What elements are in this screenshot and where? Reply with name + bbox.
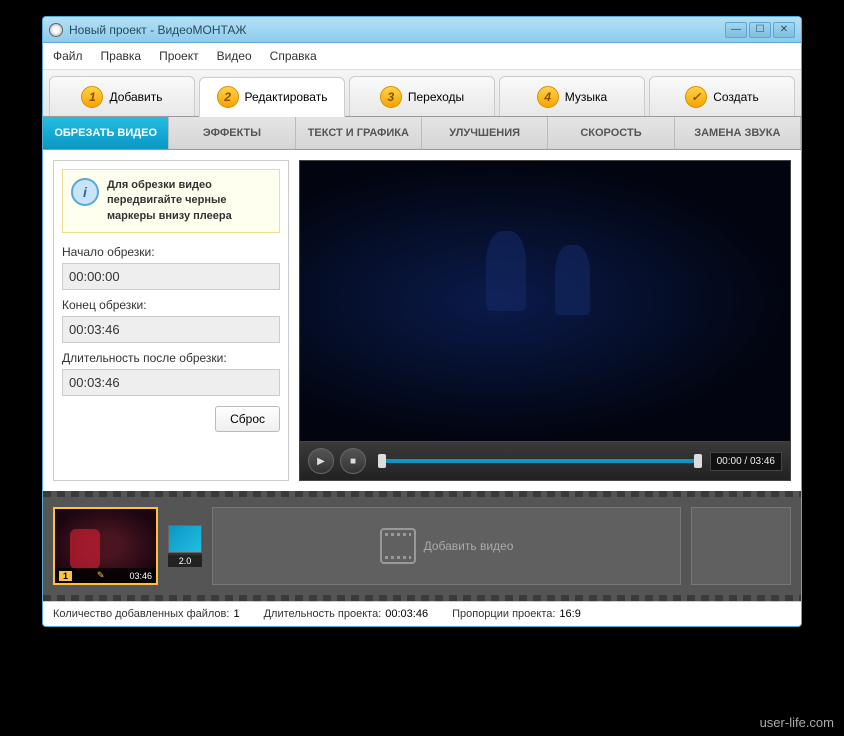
status-files-label: Количество добавленных файлов: bbox=[53, 608, 229, 620]
tab-trim[interactable]: ОБРЕЗАТЬ ВИДЕО bbox=[43, 117, 169, 149]
tab-improve[interactable]: УЛУЧШЕНИЯ bbox=[422, 117, 548, 149]
hint-box: i Для обрезки видео передвигайте черные … bbox=[62, 169, 280, 233]
wizard-tab-create[interactable]: ✓ Создать bbox=[649, 76, 795, 116]
step-4-icon: 4 bbox=[537, 86, 559, 108]
minimize-button[interactable]: — bbox=[725, 22, 747, 38]
wizard-tab-add[interactable]: 1 Добавить bbox=[49, 76, 195, 116]
trim-duration-label: Длительность после обрезки: bbox=[62, 351, 280, 365]
add-video-slot[interactable]: Добавить видео bbox=[212, 507, 681, 585]
trim-end-input[interactable] bbox=[62, 316, 280, 343]
watermark: user-life.com bbox=[760, 715, 834, 730]
transition-thumb bbox=[168, 525, 202, 553]
tab-speed[interactable]: СКОРОСТЬ bbox=[548, 117, 674, 149]
player-controls: ▶ ■ 00:00 / 03:46 bbox=[300, 441, 790, 480]
titlebar: Новый проект - ВидеоМОНТАЖ — ☐ ✕ bbox=[43, 17, 801, 43]
seek-end-handle[interactable] bbox=[694, 454, 702, 468]
menu-video[interactable]: Видео bbox=[215, 47, 254, 65]
wizard-tab-music[interactable]: 4 Музыка bbox=[499, 76, 645, 116]
reset-button[interactable]: Сброс bbox=[215, 406, 280, 432]
add-video-label: Добавить видео bbox=[424, 539, 514, 553]
video-preview-panel: ▶ ■ 00:00 / 03:46 bbox=[299, 160, 791, 481]
status-files-value: 1 bbox=[233, 608, 239, 620]
clip-duration: 03:46 bbox=[129, 571, 152, 581]
menu-edit[interactable]: Правка bbox=[99, 47, 144, 65]
empty-slot[interactable] bbox=[691, 507, 791, 585]
trim-duration-input[interactable] bbox=[62, 369, 280, 396]
wizard-tab-label: Создать bbox=[713, 90, 759, 104]
stop-button[interactable]: ■ bbox=[340, 448, 366, 474]
seek-start-handle[interactable] bbox=[378, 454, 386, 468]
trim-start-input[interactable] bbox=[62, 263, 280, 290]
tab-effects[interactable]: ЭФФЕКТЫ bbox=[169, 117, 295, 149]
seek-bar[interactable] bbox=[378, 459, 698, 463]
trim-end-label: Конец обрезки: bbox=[62, 298, 280, 312]
editor-sub-tabs: ОБРЕЗАТЬ ВИДЕО ЭФФЕКТЫ ТЕКСТ И ГРАФИКА У… bbox=[43, 117, 801, 150]
transition-duration: 2.0 bbox=[168, 555, 202, 567]
wizard-tab-edit[interactable]: 2 Редактировать bbox=[199, 77, 345, 117]
wizard-tab-label: Переходы bbox=[408, 90, 464, 104]
info-icon: i bbox=[71, 178, 99, 206]
wizard-tab-label: Редактировать bbox=[245, 90, 328, 104]
tab-text[interactable]: ТЕКСТ И ГРАФИКА bbox=[296, 117, 422, 149]
status-ratio-label: Пропорции проекта: bbox=[452, 608, 555, 620]
check-icon: ✓ bbox=[685, 86, 707, 108]
menu-file[interactable]: Файл bbox=[51, 47, 85, 65]
trim-panel: i Для обрезки видео передвигайте черные … bbox=[53, 160, 289, 481]
status-ratio-value: 16:9 bbox=[559, 608, 580, 620]
menu-project[interactable]: Проект bbox=[157, 47, 201, 65]
tab-audio-replace[interactable]: ЗАМЕНА ЗВУКА bbox=[675, 117, 801, 149]
clip-index: 1 bbox=[59, 571, 72, 581]
hint-text: Для обрезки видео передвигайте черные ма… bbox=[107, 178, 271, 224]
wizard-tab-label: Музыка bbox=[565, 90, 607, 104]
statusbar: Количество добавленных файлов: 1 Длитель… bbox=[43, 601, 801, 626]
window-title: Новый проект - ВидеоМОНТАЖ bbox=[69, 23, 725, 37]
play-button[interactable]: ▶ bbox=[308, 448, 334, 474]
menubar: Файл Правка Проект Видео Справка bbox=[43, 43, 801, 70]
maximize-button[interactable]: ☐ bbox=[749, 22, 771, 38]
wizard-tabs: 1 Добавить 2 Редактировать 3 Переходы 4 … bbox=[43, 70, 801, 117]
step-2-icon: 2 bbox=[217, 86, 239, 108]
trim-start-label: Начало обрезки: bbox=[62, 245, 280, 259]
step-3-icon: 3 bbox=[380, 86, 402, 108]
status-duration-value: 00:03:46 bbox=[385, 608, 428, 620]
timeline-clip-1[interactable]: 1 ✎ 03:46 bbox=[53, 507, 158, 585]
status-duration-label: Длительность проекта: bbox=[264, 608, 382, 620]
wizard-tab-label: Добавить bbox=[109, 90, 162, 104]
transition-slot[interactable]: 2.0 bbox=[168, 525, 202, 567]
menu-help[interactable]: Справка bbox=[268, 47, 319, 65]
time-display: 00:00 / 03:46 bbox=[710, 452, 782, 471]
app-icon bbox=[49, 23, 63, 37]
step-1-icon: 1 bbox=[81, 86, 103, 108]
application-window: Новый проект - ВидеоМОНТАЖ — ☐ ✕ Файл Пр… bbox=[42, 16, 802, 627]
pencil-icon[interactable]: ✎ bbox=[97, 570, 105, 581]
timeline-section: 1 ✎ 03:46 2.0 Добавить видео bbox=[43, 491, 801, 601]
video-preview bbox=[300, 161, 790, 441]
wizard-tab-transitions[interactable]: 3 Переходы bbox=[349, 76, 495, 116]
timeline: 1 ✎ 03:46 2.0 Добавить видео bbox=[43, 497, 801, 595]
close-button[interactable]: ✕ bbox=[773, 22, 795, 38]
film-icon bbox=[380, 528, 416, 564]
